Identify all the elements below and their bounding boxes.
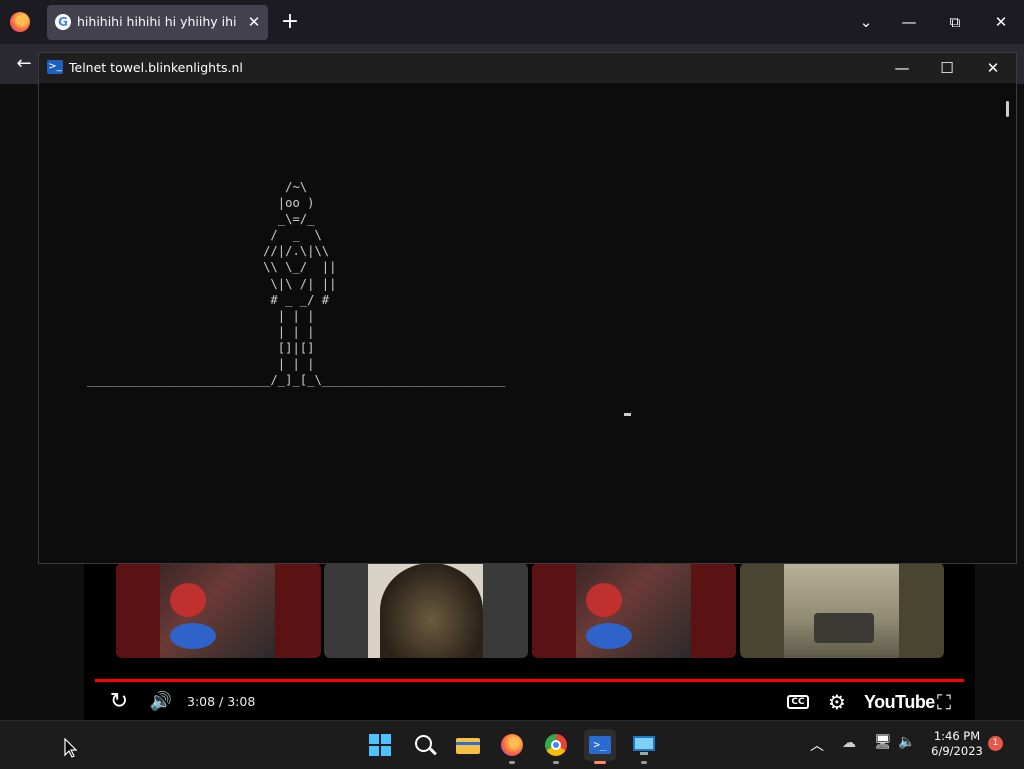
video-thumbnail[interactable] [324, 563, 528, 658]
red-rose-icon [586, 583, 622, 617]
telnet-window[interactable]: >_ Telnet towel.blinkenlights.nl — ☐ ✕ /… [38, 52, 1017, 564]
taskbar: >_ ︿ ☁ 🖥 🔈 1:46 PM 6/9/2023 [0, 720, 1024, 769]
telnet-title-bar[interactable]: >_ Telnet towel.blinkenlights.nl — ☐ ✕ [39, 53, 1016, 83]
video-thumbnail[interactable] [532, 563, 736, 658]
console-output[interactable]: /~\ |oo ) _\=/_ / _ \ //|/.\|\\ \\ \_/ |… [39, 83, 999, 563]
time-display: 3:08 / 3:08 [187, 694, 256, 709]
clock-date: 6/9/2023 [931, 744, 983, 758]
tab-close-icon[interactable]: ✕ [244, 11, 264, 33]
browser-tab[interactable]: G hihihihi hihihi hi yhiihy ihih ii hi ✕ [47, 5, 268, 40]
album-cover [368, 563, 483, 658]
text-cursor [624, 413, 631, 416]
remote-desktop-icon[interactable] [628, 729, 660, 764]
youtube-logo[interactable]: YouTube [864, 687, 935, 717]
firefox-icon[interactable] [496, 729, 528, 764]
windows-start-icon[interactable] [364, 729, 396, 761]
telnet-close-button[interactable]: ✕ [978, 56, 1008, 80]
album-cover [784, 563, 899, 658]
volume-icon[interactable]: 🔊 [147, 687, 175, 717]
console-scrollbar[interactable] [999, 83, 1016, 563]
powershell-icon[interactable]: >_ [584, 729, 616, 764]
notification-badge[interactable]: 1 [988, 736, 1003, 751]
firefox-logo-icon[interactable] [10, 12, 30, 32]
album-cover [160, 563, 275, 658]
list-all-tabs-chevron-icon[interactable]: ⌄ [851, 10, 881, 34]
new-tab-button[interactable]: + [280, 10, 300, 34]
group-photo [814, 613, 874, 643]
player-controls: ↻ 🔊 3:08 / 3:08 CC ⚙ YouTube ⛶ [84, 685, 975, 720]
network-icon[interactable]: 🖥 [874, 734, 892, 750]
tab-title: hihihihi hihihi hi yhiihy ihih ii hi [77, 14, 237, 29]
speaker-icon[interactable]: 🔈 [898, 734, 915, 750]
ascii-art: /~\ |oo ) _\=/_ / _ \ //|/.\|\\ \\ \_/ |… [87, 180, 506, 388]
clock[interactable]: 1:46 PM 6/9/2023 [922, 729, 992, 759]
video-thumbnail[interactable] [116, 563, 321, 658]
back-arrow-icon[interactable]: ← [12, 52, 36, 76]
captions-icon[interactable]: CC [787, 687, 809, 717]
show-hidden-icons-chevron-icon[interactable]: ︿ [810, 735, 824, 755]
browser-restore-button[interactable]: ⧉ [940, 10, 970, 34]
album-cover [576, 563, 691, 658]
file-explorer-icon[interactable] [452, 729, 484, 761]
mouse-pointer-icon [64, 738, 78, 758]
chrome-icon[interactable] [540, 729, 572, 764]
powershell-icon: >_ [47, 60, 63, 74]
search-icon[interactable] [408, 729, 440, 761]
onedrive-offline-icon[interactable]: ☁ [842, 735, 856, 751]
telnet-maximize-button[interactable]: ☐ [932, 56, 962, 80]
telnet-minimize-button[interactable]: — [887, 56, 917, 80]
logo-badge-icon [170, 623, 216, 649]
browser-minimize-button[interactable]: — [894, 10, 924, 34]
video-thumbnail[interactable] [740, 563, 944, 658]
progress-bar[interactable] [95, 679, 964, 682]
browser-close-button[interactable]: ✕ [986, 10, 1016, 34]
scrollbar-thumb[interactable] [1006, 101, 1009, 117]
red-rose-icon [170, 583, 206, 617]
browser-tab-strip: G hihihihi hihihi hi yhiihy ihih ii hi ✕… [0, 0, 1024, 44]
captions-label: CC [787, 695, 809, 709]
youtube-player[interactable]: ↻ 🔊 3:08 / 3:08 CC ⚙ YouTube ⛶ [84, 563, 975, 720]
telnet-window-title: Telnet towel.blinkenlights.nl [69, 60, 243, 75]
band-photo [380, 563, 483, 658]
clock-time: 1:46 PM [933, 729, 981, 743]
settings-gear-icon[interactable]: ⚙ [824, 687, 850, 717]
fullscreen-icon[interactable]: ⛶ [932, 687, 956, 717]
replay-icon[interactable]: ↻ [106, 687, 132, 717]
logo-badge-icon [586, 623, 632, 649]
google-favicon-icon: G [55, 14, 71, 30]
